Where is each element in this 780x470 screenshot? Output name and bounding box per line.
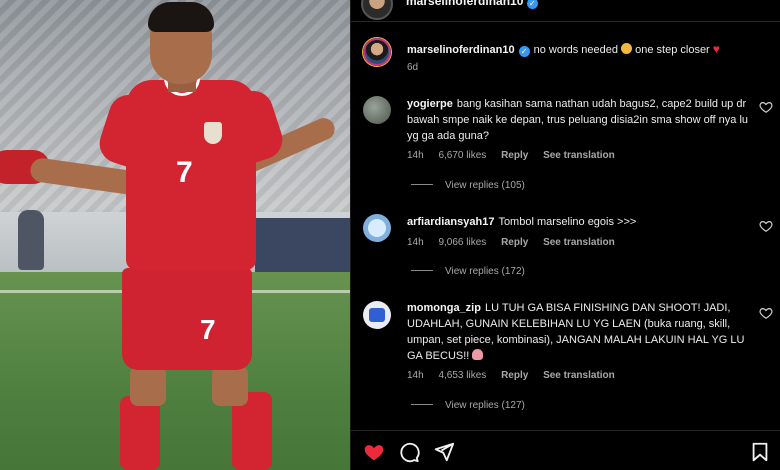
verified-icon: ✓ [526, 0, 538, 9]
commenter-avatar[interactable] [363, 96, 391, 124]
comment-body: momonga_zip LU TUH GA BISA FINISHING DAN … [407, 300, 757, 364]
reply-button[interactable]: Reply [501, 150, 528, 161]
comment-username[interactable]: arfiardiansyah17 [407, 216, 494, 228]
emoji-heart-icon: ♥ [712, 42, 720, 56]
reply-button[interactable]: Reply [501, 370, 528, 381]
commenter-avatar[interactable] [363, 301, 391, 329]
comment-username[interactable]: momonga_zip [407, 302, 481, 314]
comment-text: bang kasihan sama nathan udah bagus2, ca… [407, 98, 749, 142]
share-icon[interactable] [433, 441, 455, 463]
comment-meta: 14h 4,653 likes Reply See translation [407, 370, 627, 381]
view-replies-link[interactable]: View replies (172) [411, 266, 525, 277]
post-header: marselinoferdinan10 ✓ [351, 0, 780, 22]
emoji-skull-icon [472, 349, 484, 360]
reply-button[interactable]: Reply [501, 237, 528, 248]
heart-outline-icon[interactable] [759, 306, 773, 320]
verified-icon: ✓ [518, 46, 530, 57]
commenter-avatar[interactable] [363, 214, 391, 242]
see-translation-link[interactable]: See translation [543, 237, 615, 248]
comment-likes[interactable]: 9,066 likes [438, 237, 486, 248]
view-replies-link[interactable]: View replies (105) [411, 180, 525, 191]
caption-text-tail: one step closer [635, 44, 710, 56]
see-translation-link[interactable]: See translation [543, 150, 615, 161]
team-crest-icon [204, 122, 222, 144]
comment-time: 14h [407, 237, 424, 248]
comment-body: arfiardiansyah17 Tombol marselino egois >… [407, 214, 757, 230]
comment-body: yogierpe bang kasihan sama nathan udah ba… [407, 96, 757, 144]
comment-time: 14h [407, 150, 424, 161]
header-avatar[interactable] [361, 0, 393, 20]
comment-username[interactable]: yogierpe [407, 98, 453, 110]
heart-outline-icon[interactable] [759, 219, 773, 233]
emoji-face-icon [621, 43, 633, 54]
right-leg [212, 366, 248, 406]
heart-outline-icon[interactable] [759, 100, 773, 114]
post-actions [351, 430, 780, 470]
comment-meta: 14h 9,066 likes Reply See translation [407, 237, 627, 248]
left-sock [120, 396, 160, 470]
caption-username[interactable]: marselinoferdinan10 [407, 44, 515, 56]
shirt-number: 7 [176, 156, 193, 189]
caption-text: no words needed [533, 44, 618, 56]
comment-icon[interactable] [398, 441, 420, 463]
comment-likes[interactable]: 4,653 likes [438, 370, 486, 381]
view-replies-link[interactable]: View replies (127) [411, 400, 525, 411]
header-username[interactable]: marselinoferdinan10 ✓ [406, 0, 542, 9]
comment-likes[interactable]: 6,670 likes [438, 150, 486, 161]
shorts-number: 7 [200, 314, 216, 345]
caption-age: 6d [407, 62, 419, 73]
post-photo[interactable]: 7 7 [0, 0, 350, 470]
shorts [122, 268, 252, 370]
author-avatar[interactable] [363, 38, 391, 66]
comment-time: 14h [407, 370, 424, 381]
comment-meta: 14h 6,670 likes Reply See translation [407, 150, 627, 161]
caption: marselinoferdinan10 ✓ no words needed one … [407, 41, 757, 58]
header-username-text[interactable]: marselinoferdinan10 [406, 0, 523, 8]
see-translation-link[interactable]: See translation [543, 370, 615, 381]
left-leg [130, 366, 166, 406]
bookmark-icon[interactable] [749, 441, 771, 463]
comments-panel: marselinoferdinan10 ✓ marselinoferdinan1… [350, 0, 780, 470]
heart-filled-icon[interactable] [363, 441, 385, 463]
hair [148, 2, 214, 32]
comment-text: Tombol marselino egois >>> [498, 216, 637, 228]
football-player: 7 7 [0, 0, 350, 470]
